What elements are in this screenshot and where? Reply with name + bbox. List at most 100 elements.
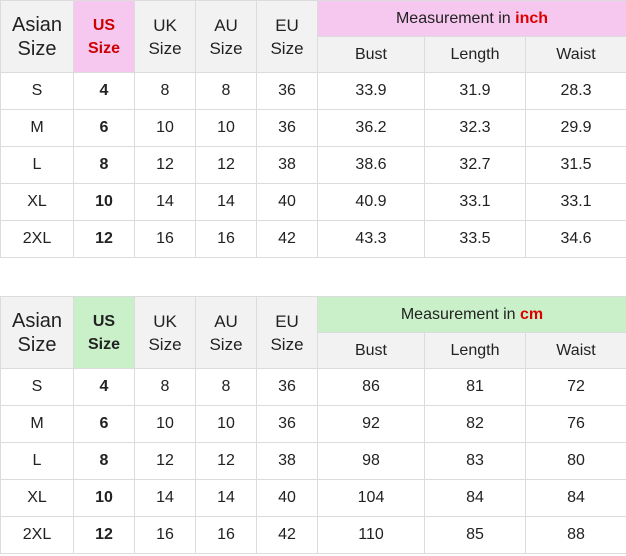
au-size-cell: 12 [195, 442, 257, 480]
eu-size-cell: 36 [256, 72, 318, 110]
us-size-cell: 12 [73, 516, 135, 554]
uk-size-cell: 8 [134, 72, 196, 110]
us-size-cell: 4 [73, 72, 135, 110]
bust-cell: 38.6 [317, 146, 425, 184]
length-cell: 32.7 [424, 146, 526, 184]
table-row: M 6 10 10 36 36.2 32.3 29.9 [0, 109, 626, 147]
bust-header: Bust [317, 332, 425, 369]
au-size-cell: 12 [195, 146, 257, 184]
waist-cell: 88 [525, 516, 626, 554]
eu-size-cell: 42 [256, 220, 318, 258]
au-size-cell: 16 [195, 220, 257, 258]
bust-cell: 43.3 [317, 220, 425, 258]
us-size-header: US Size [73, 0, 135, 73]
asian-size-header: Asian Size [0, 296, 74, 369]
length-cell: 83 [424, 442, 526, 480]
measurement-unit: cm [520, 305, 544, 323]
bust-cell: 36.2 [317, 109, 425, 147]
uk-size-cell: 8 [134, 368, 196, 406]
bust-cell: 86 [317, 368, 425, 406]
table-row: XL 10 14 14 40 40.9 33.1 33.1 [0, 183, 626, 221]
length-cell: 84 [424, 479, 526, 517]
table-row: L 8 12 12 38 98 83 80 [0, 442, 626, 480]
length-header: Length [424, 36, 526, 73]
uk-size-cell: 12 [134, 146, 196, 184]
waist-cell: 72 [525, 368, 626, 406]
table-row: S 4 8 8 36 33.9 31.9 28.3 [0, 72, 626, 110]
length-cell: 32.3 [424, 109, 526, 147]
asian-size-cell: L [0, 442, 74, 480]
waist-header: Waist [524, 36, 626, 73]
bust-cell: 92 [317, 405, 425, 443]
us-size-cell: 10 [73, 183, 135, 221]
length-cell: 81 [424, 368, 526, 406]
bust-cell: 33.9 [317, 72, 425, 110]
eu-size-cell: 40 [256, 183, 318, 221]
table-row: 2XL 12 16 16 42 110 85 88 [0, 516, 626, 554]
eu-size-header: EU Size [256, 0, 318, 73]
us-size-cell: 6 [73, 109, 135, 147]
asian-size-cell: L [0, 146, 74, 184]
asian-size-cell: M [0, 405, 74, 443]
au-size-cell: 8 [195, 72, 257, 110]
asian-size-cell: 2XL [0, 516, 74, 554]
waist-header: Waist [525, 332, 626, 369]
uk-size-cell: 14 [134, 183, 196, 221]
waist-cell: 76 [525, 405, 626, 443]
waist-cell: 28.3 [524, 72, 626, 110]
au-size-header: AU Size [195, 0, 257, 73]
length-cell: 85 [424, 516, 526, 554]
au-size-cell: 8 [195, 368, 257, 406]
au-size-cell: 10 [195, 405, 257, 443]
au-size-cell: 16 [195, 516, 257, 554]
us-size-cell: 10 [73, 479, 135, 517]
uk-size-cell: 10 [134, 109, 196, 147]
measurement-header: Measurement in inch [316, 0, 626, 37]
us-size-cell: 8 [73, 442, 135, 480]
eu-size-cell: 38 [256, 442, 318, 480]
length-cell: 33.1 [424, 183, 526, 221]
asian-size-cell: S [0, 72, 74, 110]
table-row: M 6 10 10 36 92 82 76 [0, 405, 626, 443]
asian-size-cell: S [0, 368, 74, 406]
eu-size-cell: 36 [256, 405, 318, 443]
waist-cell: 31.5 [524, 146, 626, 184]
table-row: XL 10 14 14 40 104 84 84 [0, 479, 626, 517]
size-chart-inch: Asian Size US Size UK Size AU Size EU Size Me… [0, 0, 626, 258]
us-size-cell: 8 [73, 146, 135, 184]
measurement-unit: inch [515, 9, 549, 27]
waist-cell: 84 [525, 479, 626, 517]
uk-size-cell: 12 [134, 442, 196, 480]
bust-cell: 104 [317, 479, 425, 517]
uk-size-header: UK Size [134, 296, 196, 369]
eu-size-cell: 36 [256, 109, 318, 147]
waist-cell: 29.9 [524, 109, 626, 147]
eu-size-cell: 36 [256, 368, 318, 406]
bust-cell: 40.9 [317, 183, 425, 221]
measurement-header: Measurement in cm [317, 296, 626, 333]
length-cell: 82 [424, 405, 526, 443]
cm-rows: S 4 8 8 36 86 81 72 M 6 10 10 36 92 82 76 L 8 12 12 38 98 83 80… [0, 368, 626, 554]
bust-cell: 98 [317, 442, 425, 480]
table-row: S 4 8 8 36 86 81 72 [0, 368, 626, 406]
uk-size-cell: 16 [134, 516, 196, 554]
asian-size-cell: XL [0, 479, 74, 517]
waist-cell: 33.1 [524, 183, 626, 221]
bust-header: Bust [317, 36, 425, 73]
asian-size-cell: M [0, 109, 74, 147]
uk-size-cell: 10 [134, 405, 196, 443]
au-size-cell: 14 [195, 479, 257, 517]
asian-size-header: Asian Size [0, 0, 74, 73]
asian-size-cell: 2XL [0, 220, 74, 258]
au-size-cell: 10 [195, 109, 257, 147]
us-size-cell: 12 [73, 220, 135, 258]
uk-size-cell: 16 [134, 220, 196, 258]
size-chart-cm: Asian Size US Size UK Size AU Size EU Size Me… [0, 296, 626, 554]
eu-size-header: EU Size [256, 296, 318, 369]
waist-cell: 80 [525, 442, 626, 480]
table-row: 2XL 12 16 16 42 43.3 33.5 34.6 [0, 220, 626, 258]
us-size-cell: 6 [73, 405, 135, 443]
length-cell: 31.9 [424, 72, 526, 110]
table-row: L 8 12 12 38 38.6 32.7 31.5 [0, 146, 626, 184]
uk-size-cell: 14 [134, 479, 196, 517]
